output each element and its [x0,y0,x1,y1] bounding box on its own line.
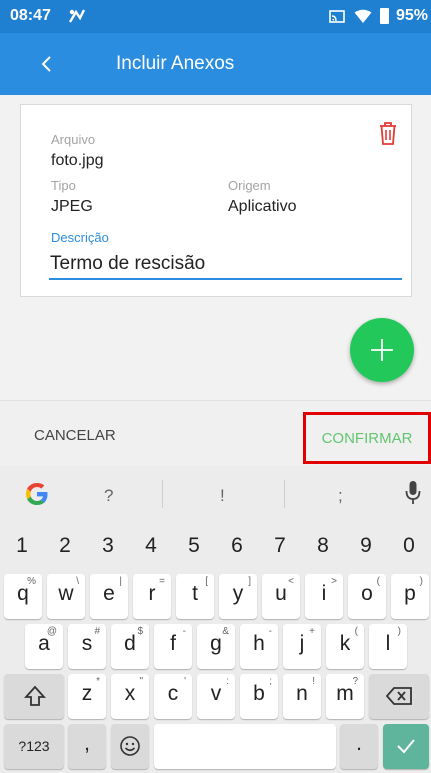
plus-icon [371,339,393,361]
key-m[interactable]: m? [326,674,364,719]
battery-percent: 95% [396,7,429,24]
key-4[interactable]: 4 [131,526,171,570]
shift-key[interactable] [4,674,64,719]
key-9[interactable]: 9 [346,526,386,570]
description-label: Descrição [51,230,109,245]
key-h[interactable]: h- [240,624,278,669]
attachment-content: Arquivo foto.jpg Tipo JPEG Origem Aplica… [0,95,431,400]
file-label: Arquivo [51,132,96,147]
page-title: Incluir Anexos [116,53,235,74]
chevron-left-icon[interactable] [36,52,58,76]
key-7[interactable]: 7 [260,526,300,570]
key-c[interactable]: c ' [154,674,192,719]
suggestion-divider [162,480,163,508]
key-b[interactable]: b; [240,674,278,719]
key-u[interactable]: u < [262,574,300,619]
key-r[interactable]: r = [133,574,171,619]
type-label: Tipo [51,178,76,193]
key-j[interactable]: j + [283,624,321,669]
key-2[interactable]: 2 [45,526,85,570]
key-d[interactable]: d $ [111,624,149,669]
key-y[interactable]: y] [219,574,257,619]
suggestion-1[interactable]: ? [104,486,113,506]
key-n[interactable]: n! [283,674,321,719]
key-v[interactable]: v: [197,674,235,719]
app-notification-icon [68,9,86,23]
emoji-key[interactable] [111,724,149,769]
cancel-button[interactable]: CANCELAR [34,427,116,444]
microphone-icon[interactable] [405,480,421,506]
key-6[interactable]: 6 [217,526,257,570]
key-o[interactable]: o( [348,574,386,619]
key-l[interactable]: l) [369,624,407,669]
key-e[interactable]: e | [90,574,128,619]
backspace-key[interactable] [369,674,429,719]
emoji-icon [120,736,140,756]
symbols-key[interactable]: ?123 [4,724,64,769]
key-x[interactable]: x " [111,674,149,719]
add-attachment-button[interactable] [350,318,414,382]
wifi-icon [354,9,372,23]
check-icon [397,739,415,754]
app-bar: Incluir Anexos [0,33,431,95]
key-i[interactable]: i > [305,574,343,619]
period-key[interactable]: . [340,724,378,769]
key-w[interactable]: w \ [47,574,85,619]
suggestion-2[interactable]: ! [220,486,225,506]
key-p[interactable]: p) [391,574,429,619]
cast-icon [329,10,345,23]
file-value: foto.jpg [51,152,104,169]
key-q[interactable]: q% [4,574,42,619]
dialog-actions: CANCELAR CONFIRMAR [0,400,431,466]
suggestion-bar: ? ! ; [0,466,431,523]
shift-icon [24,685,46,706]
confirm-button[interactable]: CONFIRMAR [303,412,431,464]
key-0[interactable]: 0 [389,526,429,570]
key-g[interactable]: g & [197,624,235,669]
key-1[interactable]: 1 [2,526,42,570]
enter-key[interactable] [383,724,429,769]
comma-key[interactable]: , [68,724,106,769]
type-value: JPEG [51,198,93,215]
key-a[interactable]: a @ [25,624,63,669]
key-5[interactable]: 5 [174,526,214,570]
backspace-icon [385,687,412,705]
key-3[interactable]: 3 [88,526,128,570]
suggestion-3[interactable]: ; [338,486,343,506]
soft-keyboard: ? ! ; 1 2 3 4 5 6 7 8 9 0 q% w \ e | r = t[… [0,466,431,773]
description-input[interactable] [49,250,402,280]
origin-value: Aplicativo [228,198,297,215]
trash-icon[interactable] [376,119,400,147]
status-time: 08:47 [10,7,51,24]
key-k[interactable]: k( [326,624,364,669]
space-key[interactable] [154,724,336,769]
suggestion-divider [284,480,285,508]
origin-label: Origem [228,178,271,193]
key-f[interactable]: f- [154,624,192,669]
key-8[interactable]: 8 [303,526,343,570]
battery-icon [380,8,389,24]
google-icon[interactable] [24,481,50,507]
key-z[interactable]: z * [68,674,106,719]
attachment-card: Arquivo foto.jpg Tipo JPEG Origem Aplica… [20,104,412,297]
status-bar: 08:47 95% [0,0,431,33]
key-s[interactable]: s # [68,624,106,669]
key-t[interactable]: t[ [176,574,214,619]
